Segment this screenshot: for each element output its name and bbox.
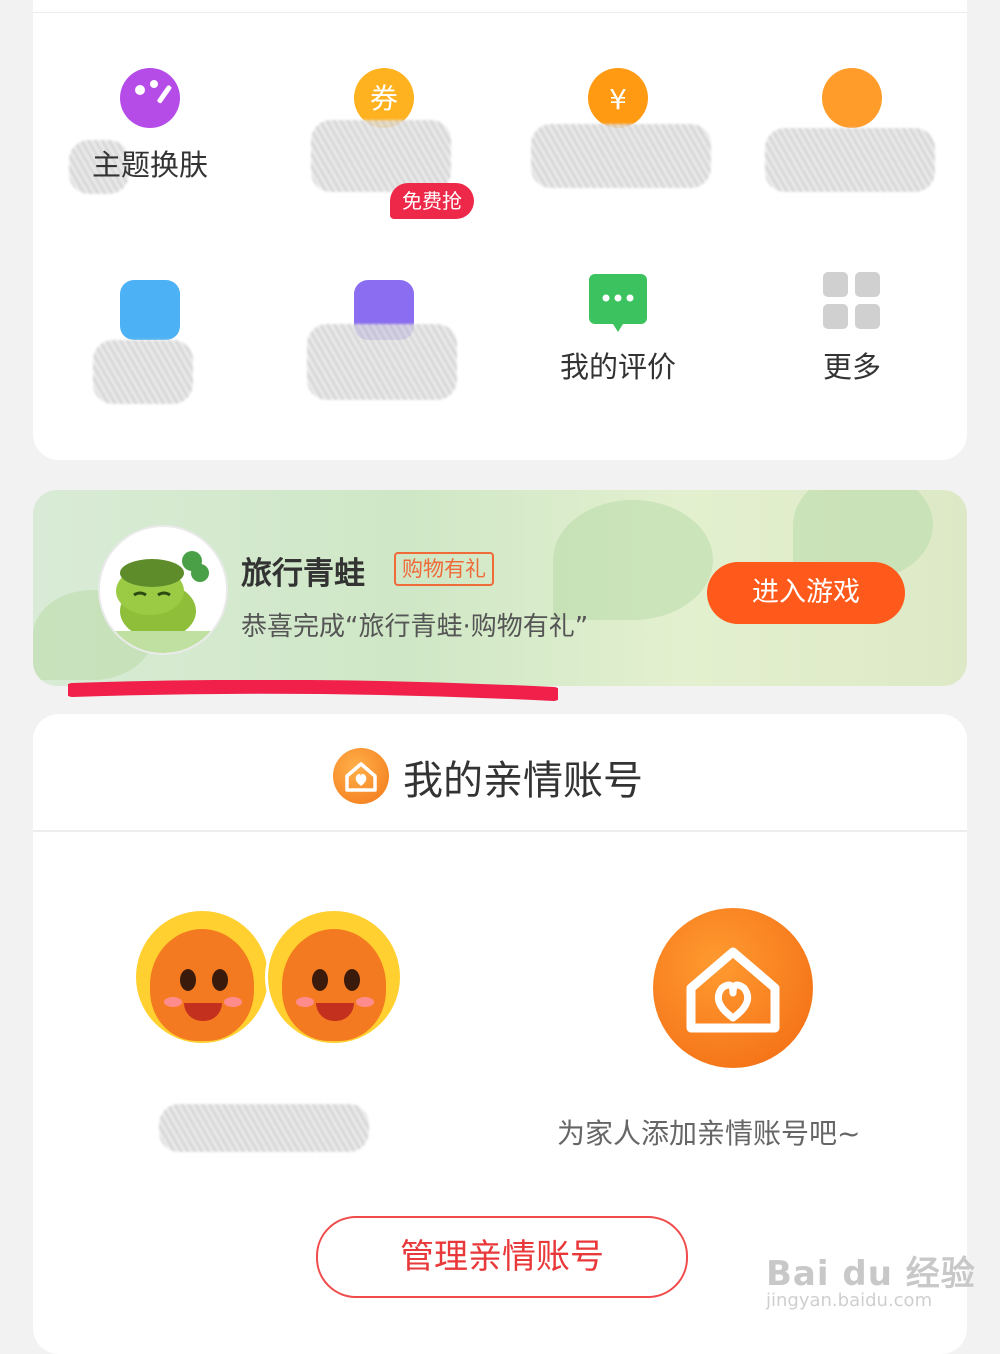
tool-coin-exchange[interactable]: ¥: [501, 68, 735, 268]
add-family-house-icon[interactable]: [653, 908, 813, 1068]
tool-more[interactable]: 更多: [735, 272, 969, 480]
assistant-icon: [822, 68, 882, 128]
free-grab-badge: 免费抢: [390, 183, 474, 219]
frog-avatar: [98, 525, 228, 655]
pet-avatar: [265, 908, 403, 1046]
svg-text:¥: ¥: [609, 83, 627, 116]
tool-blue[interactable]: [33, 280, 267, 480]
baidu-watermark: Bai du 经验: [766, 1254, 976, 1294]
tool-coupon[interactable]: 券: [267, 68, 501, 268]
message-icon: [589, 274, 647, 332]
travel-frog-banner[interactable]: 旅行青蛙 购物有礼 恭喜完成“旅行青蛙·购物有礼” 进入游戏: [33, 490, 967, 686]
game-title: 旅行青蛙: [241, 556, 365, 592]
grid-icon: [823, 272, 881, 330]
coupon-icon: 券: [354, 68, 414, 128]
tool-label: 主题换肤: [91, 148, 208, 182]
red-underline-annotation: [68, 680, 558, 701]
palette-icon: [120, 68, 180, 128]
pet-avatar: [133, 908, 271, 1046]
svg-text:券: 券: [370, 82, 398, 115]
family-header: 我的亲情账号: [33, 714, 967, 832]
family-home-icon: [333, 748, 389, 804]
game-tag: 购物有礼: [394, 552, 494, 586]
tools-card: 主题换肤 券 ¥ 免费抢 我的评价 更多: [33, 0, 967, 460]
enter-game-button[interactable]: 进入游戏: [707, 562, 905, 624]
tool-assistant[interactable]: [735, 68, 969, 268]
add-family-label: 为家人添加亲情账号吧~: [557, 1117, 861, 1150]
family-title: 我的亲情账号: [403, 758, 643, 804]
tool-my-reviews[interactable]: 我的评价: [501, 274, 735, 480]
blue-app-icon: [120, 280, 180, 340]
baidu-watermark-url: jingyan.baidu.com: [766, 1290, 933, 1311]
tool-theme-skin[interactable]: 主题换肤: [33, 68, 267, 268]
divider: [33, 12, 967, 13]
manage-family-account-button[interactable]: 管理亲情账号: [316, 1216, 688, 1298]
coin-icon: ¥: [588, 68, 648, 128]
game-description: 恭喜完成“旅行青蛙·购物有礼”: [241, 612, 589, 642]
tool-card[interactable]: [267, 280, 501, 480]
tool-label: 更多: [822, 350, 881, 384]
tool-label: 我的评价: [559, 350, 676, 384]
